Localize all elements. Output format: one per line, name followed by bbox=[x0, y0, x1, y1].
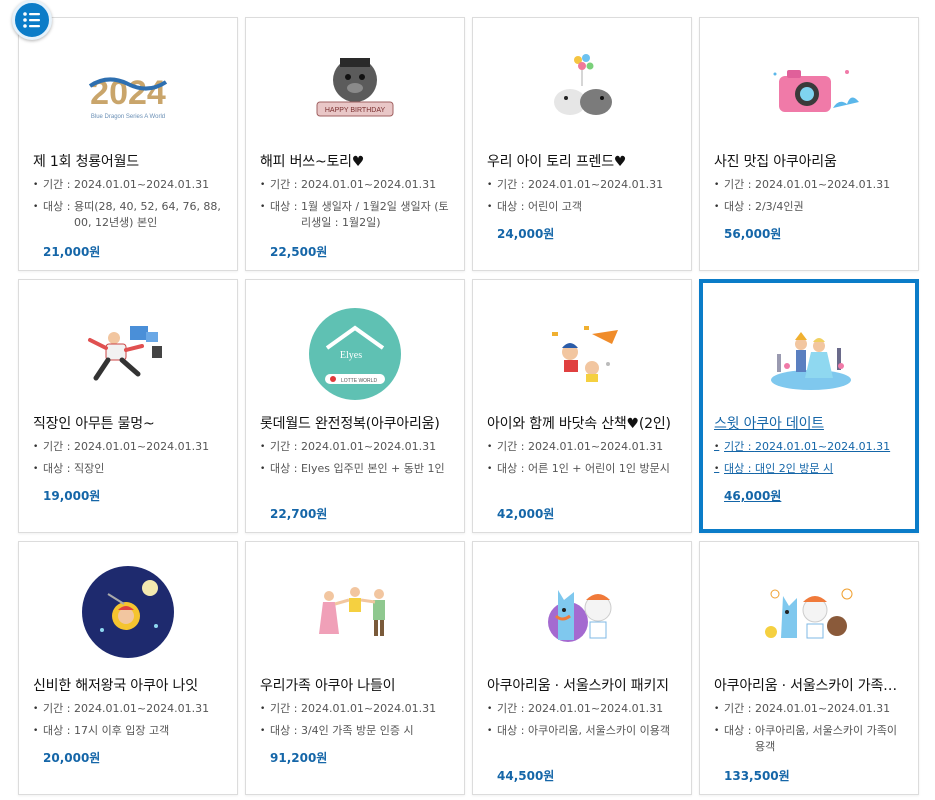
product-image bbox=[19, 308, 237, 408]
product-price: 20,000원 bbox=[43, 751, 101, 765]
product-title: 제 1회 청룡어월드 bbox=[33, 154, 139, 170]
product-price: 19,000원 bbox=[43, 489, 101, 503]
product-title: 직장인 아무튼 물멍~ bbox=[33, 416, 155, 432]
product-price: 44,500원 bbox=[497, 769, 555, 783]
product-title: 아쿠아리움 · 서울스카이 가족… bbox=[714, 678, 897, 694]
svg-text:HAPPY BIRTHDAY: HAPPY BIRTHDAY bbox=[325, 107, 386, 114]
product-info: • 기간 : 2024.01.01~2024.01.31 • 대상 : 3/4인 가… bbox=[260, 702, 437, 737]
product-title: 아쿠아리움 · 서울스카이 패키지 bbox=[487, 678, 669, 694]
product-info: • 기간 : 2024.01.01~2024.01.31 • 대상 : 어린이 고객 bbox=[487, 178, 664, 213]
product-card[interactable]: 2024 Blue Dragon Series A World 제 1회 청룡어… bbox=[18, 17, 238, 271]
product-info: • 기간 : 2024.01.01~2024.01.31 • 대상 : 1월 생일자… bbox=[260, 178, 449, 229]
product-image bbox=[473, 570, 691, 670]
product-info: • 기간 : 2024.01.01~2024.01.31 • 대상 : 어른 1인 … bbox=[487, 440, 670, 475]
product-card[interactable]: 신비한 해저왕국 아쿠아 나잇 • 기간 : 2024.01.01~2024.01… bbox=[18, 541, 238, 795]
product-image bbox=[700, 46, 918, 146]
product-info: • 기간 : 2024.01.01~2024.01.31 • 대상 : 직장인 bbox=[33, 440, 210, 475]
product-title: 스윗 아쿠아 데이트 bbox=[714, 416, 824, 432]
svg-text:Blue Dragon Series A World: Blue Dragon Series A World bbox=[91, 114, 165, 120]
product-card-selected[interactable]: 스윗 아쿠아 데이트 • 기간 : 2024.01.01~2024.01.31 •… bbox=[699, 279, 919, 533]
product-image: Elyes LOTTE WORLD bbox=[246, 306, 464, 406]
list-menu-button[interactable] bbox=[12, 0, 52, 40]
product-info: • 기간 : 2024.01.01~2024.01.31 • 대상 : 용띠(28,… bbox=[33, 178, 221, 229]
product-card[interactable]: 우리가족 아쿠아 나들이 • 기간 : 2024.01.01~2024.01.31… bbox=[245, 541, 465, 795]
product-info: • 기간 : 2024.01.01~2024.01.31 • 대상 : 17시 이후… bbox=[33, 702, 210, 737]
product-card[interactable]: 우리 아이 토리 프렌드♥ • 기간 : 2024.01.01~2024.01.3… bbox=[472, 17, 692, 271]
product-title: 신비한 해저왕국 아쿠아 나잇 bbox=[33, 678, 198, 694]
product-image bbox=[473, 46, 691, 146]
product-price: 46,000원 bbox=[724, 489, 782, 503]
product-price: 42,000원 bbox=[497, 507, 555, 521]
product-title: 롯데월드 완전정복(아쿠아리움) bbox=[260, 416, 440, 432]
product-price: 91,200원 bbox=[270, 751, 328, 765]
product-info: • 기간 : 2024.01.01~2024.01.31 • 대상 : 아쿠아리움,… bbox=[487, 702, 671, 737]
product-card[interactable]: Elyes LOTTE WORLD 롯데월드 완전정복(아쿠아리움) • 기간 :… bbox=[245, 279, 465, 533]
product-image bbox=[19, 564, 237, 664]
list-icon bbox=[23, 12, 40, 28]
product-image: HAPPY BIRTHDAY bbox=[246, 46, 464, 146]
product-price: 56,000원 bbox=[724, 227, 782, 241]
product-card[interactable]: 직장인 아무튼 물멍~ • 기간 : 2024.01.01~2024.01.31 … bbox=[18, 279, 238, 533]
product-price: 21,000원 bbox=[43, 245, 101, 259]
product-image: 2024 Blue Dragon Series A World bbox=[19, 46, 237, 146]
product-image bbox=[700, 570, 918, 670]
svg-text:LOTTE WORLD: LOTTE WORLD bbox=[341, 378, 378, 384]
product-card[interactable]: 아이와 함께 바닷속 산책♥(2인) • 기간 : 2024.01.01~2024… bbox=[472, 279, 692, 533]
product-price: 22,500원 bbox=[270, 245, 328, 259]
product-title: 우리가족 아쿠아 나들이 bbox=[260, 678, 396, 694]
product-info: • 기간 : 2024.01.01~2024.01.31 • 대상 : 대인 2인 … bbox=[714, 440, 891, 475]
product-card[interactable]: 사진 맛집 아쿠아리움 • 기간 : 2024.01.01~2024.01.31 … bbox=[699, 17, 919, 271]
product-image bbox=[703, 308, 915, 408]
svg-text:Elyes: Elyes bbox=[340, 350, 362, 361]
product-card[interactable]: 아쿠아리움 · 서울스카이 패키지 • 기간 : 2024.01.01~2024.… bbox=[472, 541, 692, 795]
product-info: • 기간 : 2024.01.01~2024.01.31 • 대상 : Elyes … bbox=[260, 440, 445, 475]
product-card[interactable]: 아쿠아리움 · 서울스카이 가족… • 기간 : 2024.01.01~2024.… bbox=[699, 541, 919, 795]
product-info: • 기간 : 2024.01.01~2024.01.31 • 대상 : 2/3/4인… bbox=[714, 178, 891, 213]
product-price: 22,700원 bbox=[270, 507, 328, 521]
product-price: 24,000원 bbox=[497, 227, 555, 241]
product-card[interactable]: HAPPY BIRTHDAY 해피 버쓰~토리♥ • 기간 : 2024.01.0… bbox=[245, 17, 465, 271]
product-image bbox=[473, 308, 691, 408]
product-price: 133,500원 bbox=[724, 769, 790, 783]
product-info: • 기간 : 2024.01.01~2024.01.31 • 대상 : 아쿠아리움,… bbox=[714, 702, 898, 753]
product-image bbox=[246, 570, 464, 670]
product-title: 사진 맛집 아쿠아리움 bbox=[714, 154, 837, 170]
product-title: 해피 버쓰~토리♥ bbox=[260, 154, 365, 170]
product-title: 우리 아이 토리 프렌드♥ bbox=[487, 154, 627, 170]
product-title: 아이와 함께 바닷속 산책♥(2인) bbox=[487, 416, 671, 432]
